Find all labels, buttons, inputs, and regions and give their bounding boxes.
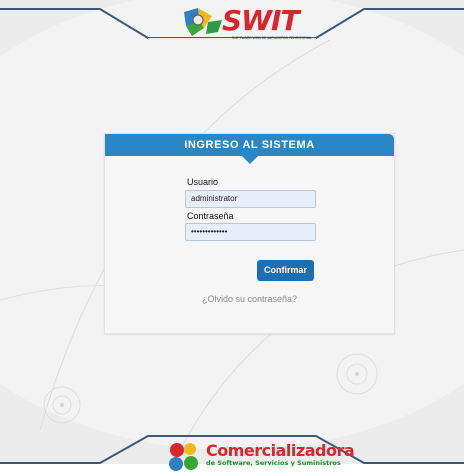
company-emblem-icon [169, 443, 198, 471]
confirm-button[interactable]: Confirmar [257, 260, 314, 281]
username-input[interactable]: administrator [185, 190, 316, 208]
login-title: INGRESO AL SISTEMA [105, 134, 394, 156]
forgot-password-link[interactable]: ¿Olvido su contraseña? [105, 294, 394, 304]
swit-logo: SWIT SOFTWARE WEB DE IMPUESTOS TERRITORI… [180, 2, 312, 44]
header-notch [242, 156, 258, 164]
password-input[interactable]: ••••••••••••• [185, 223, 316, 241]
logo-tagline: SOFTWARE WEB DE IMPUESTOS TERRITORIALES [232, 36, 312, 40]
logo-text: SWIT [222, 4, 300, 37]
login-card: INGRESO AL SISTEMA Usuario administrator… [104, 133, 395, 334]
company-name: Comercializadora [206, 441, 355, 460]
username-label: Usuario [187, 177, 219, 187]
password-label: Contraseña [187, 211, 234, 221]
comercializadora-logo: Comercializadora de Software, Servicios … [166, 441, 355, 473]
company-subtitle: de Software, Servicios y Suministros [206, 459, 341, 467]
logo-emblem-icon [184, 8, 222, 36]
